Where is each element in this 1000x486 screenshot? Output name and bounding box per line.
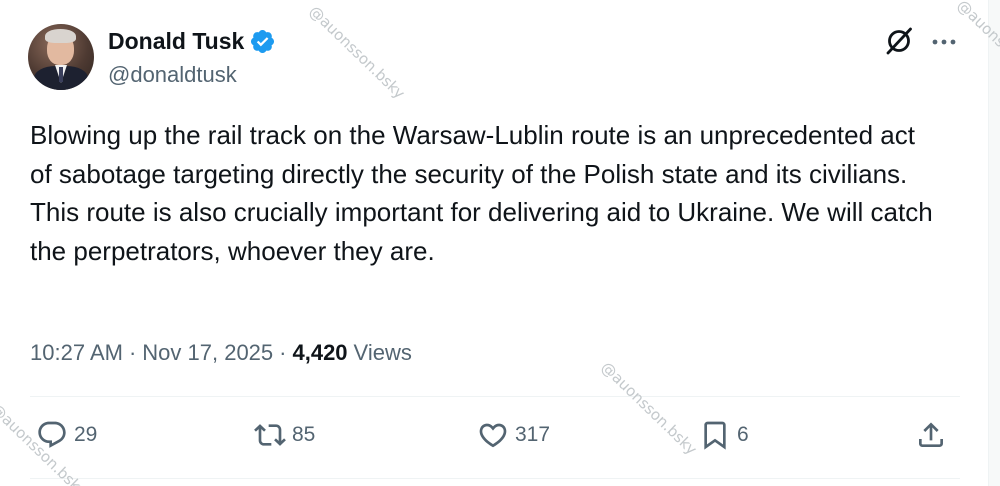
bookmark-count: 6	[737, 423, 749, 446]
like-count: 317	[515, 423, 551, 446]
reply-count: 29	[74, 423, 98, 446]
author-name-row[interactable]: Donald Tusk	[108, 28, 276, 55]
more-icon[interactable]	[928, 26, 960, 58]
tweet-meta: 10:27 AM · Nov 17, 2025 · 4,420 Views	[30, 340, 412, 366]
divider	[30, 396, 960, 397]
like-icon	[479, 423, 507, 448]
avatar-tie	[59, 67, 63, 82]
tweet-text: Blowing up the rail track on the Warsaw-…	[30, 120, 933, 266]
author-display-name[interactable]: Donald Tusk	[108, 28, 244, 55]
repost-button[interactable]: 85	[254, 419, 315, 451]
watermark: @auonsson.bsky	[597, 358, 701, 459]
meta-separator: ·	[279, 340, 287, 365]
repost-icon	[254, 424, 286, 446]
repost-count: 85	[292, 423, 316, 446]
views-label: Views	[353, 340, 412, 365]
bookmark-icon	[704, 421, 726, 450]
share-button[interactable]	[915, 419, 947, 451]
tweet-date[interactable]: Nov 17, 2025	[142, 340, 273, 366]
avatar[interactable]	[28, 24, 94, 90]
divider	[30, 478, 960, 479]
meta-separator: ·	[128, 340, 137, 365]
avatar-hair	[45, 29, 76, 43]
verified-badge-icon	[251, 29, 275, 54]
watermark: @auonsson.bsky	[305, 2, 409, 103]
author-handle[interactable]: @donaldtusk	[108, 62, 237, 88]
tweet-card: Donald Tusk @donaldtusk Blowing up the r…	[0, 0, 1000, 486]
scroll-edge	[988, 0, 1000, 486]
share-icon	[919, 422, 943, 447]
bookmark-button[interactable]: 6	[699, 419, 749, 451]
tweet-time[interactable]: 10:27 AM	[30, 340, 123, 366]
grok-icon[interactable]	[882, 24, 916, 58]
like-button[interactable]: 317	[477, 419, 550, 451]
views-count[interactable]: 4,420	[292, 340, 347, 366]
